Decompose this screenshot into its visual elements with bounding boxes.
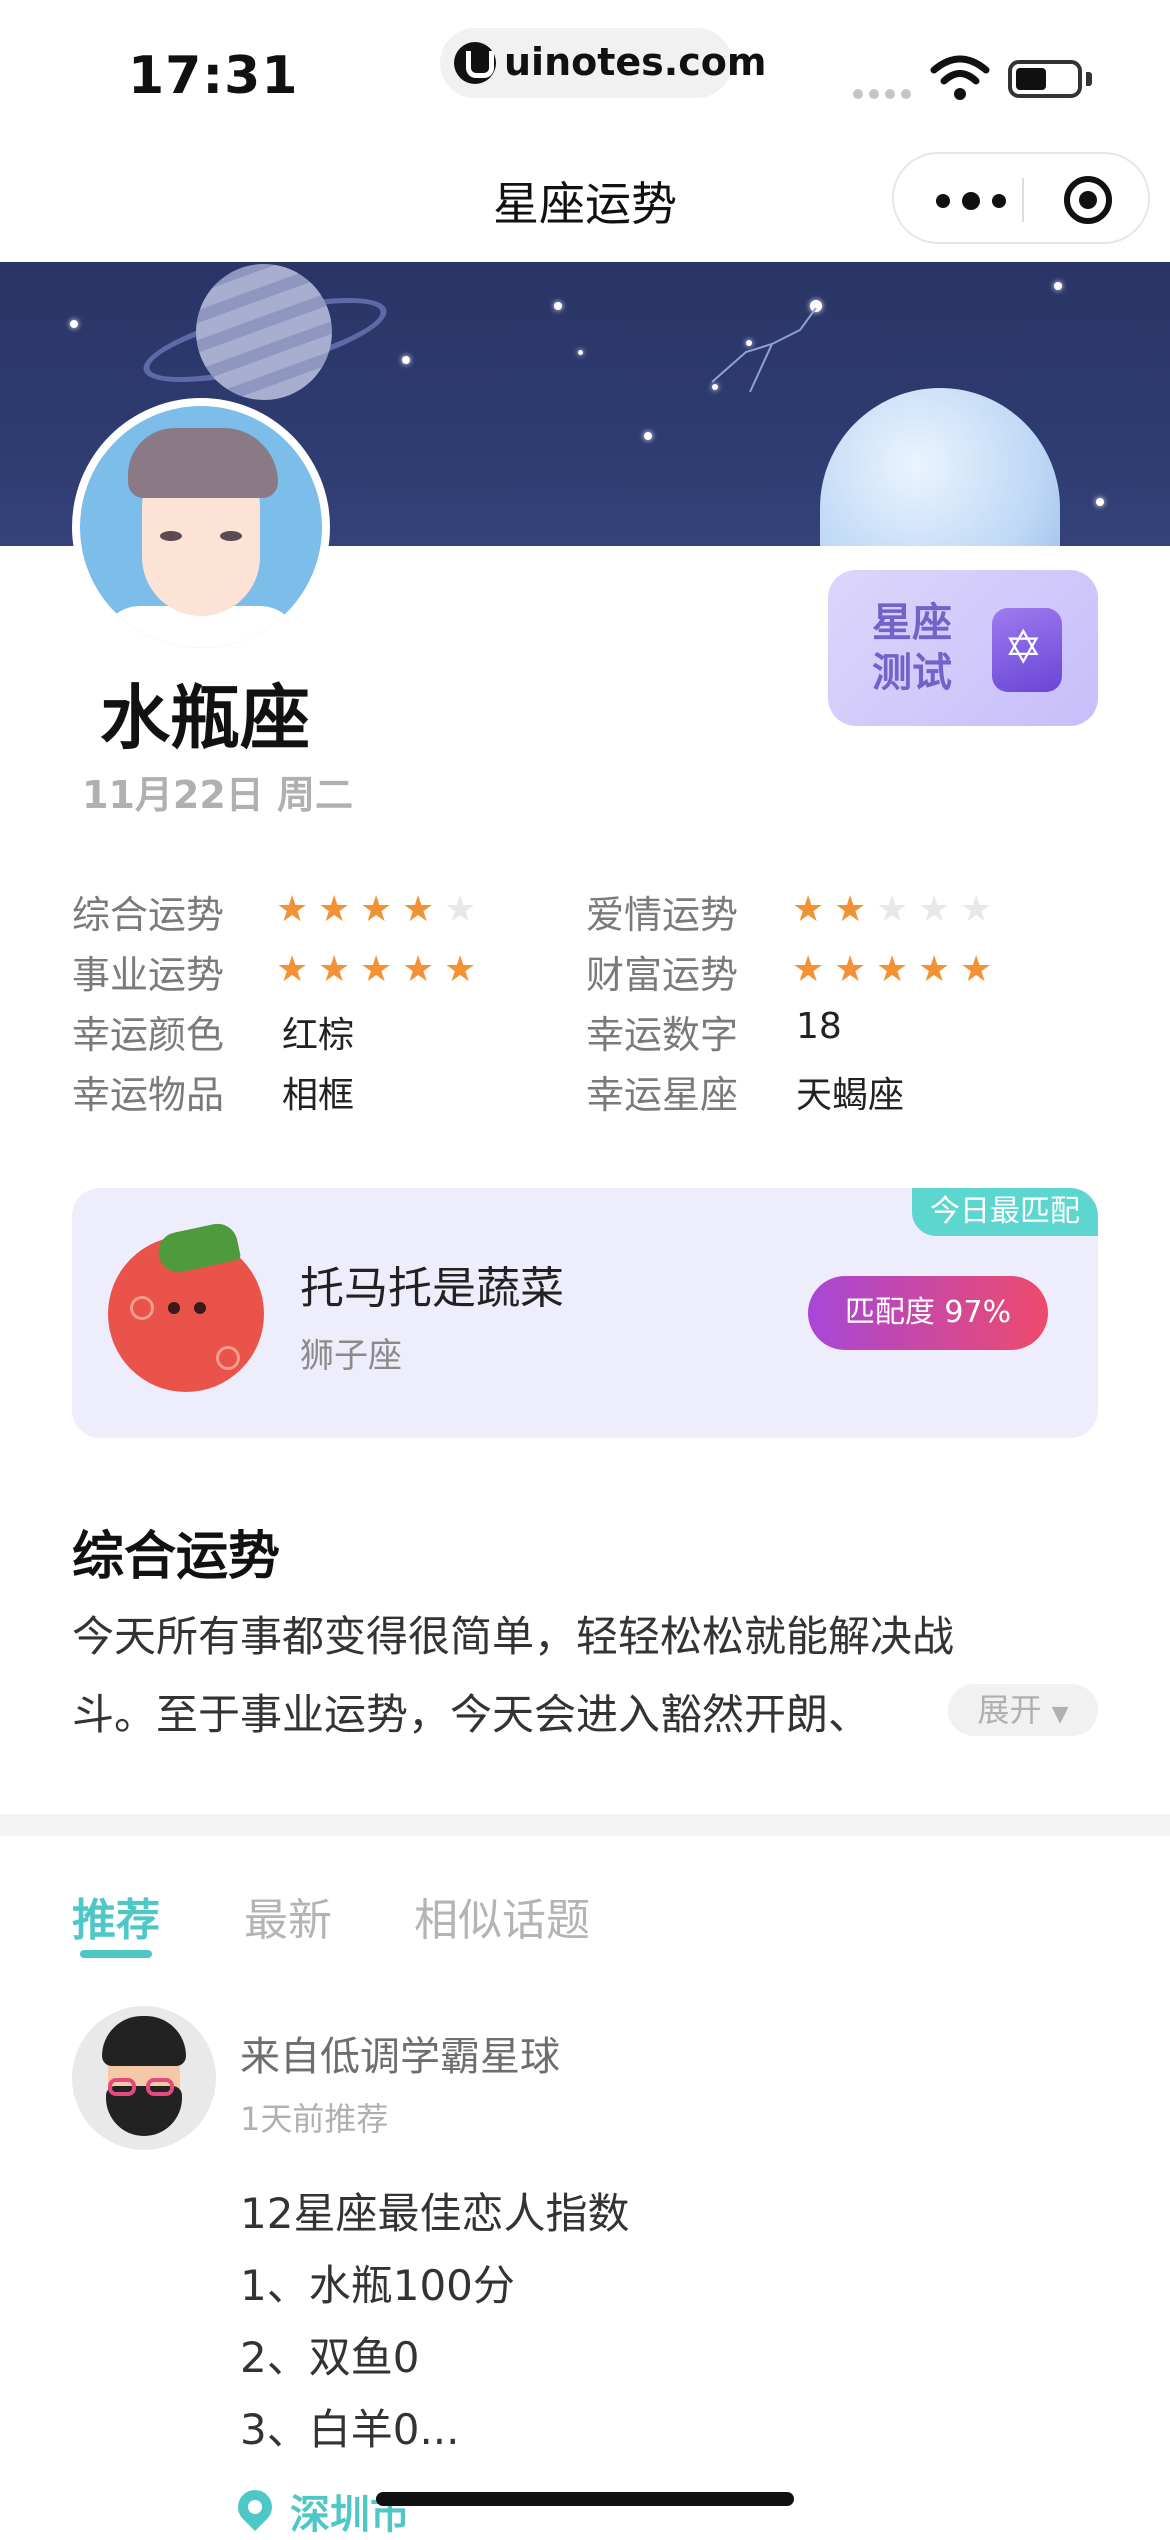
lucky-item-value: 相框 — [282, 1075, 355, 1116]
star-icon: ★ — [960, 889, 993, 930]
match-score-badge: 匹配度 97% — [808, 1276, 1048, 1350]
mini-program-capsule — [892, 152, 1150, 244]
fortune-label: 幸运星座 — [586, 1073, 739, 1117]
star-icon: ★ — [318, 949, 351, 990]
star-icon: ★ — [834, 949, 867, 990]
overall-text-line: 今天所有事都变得很简单，轻轻松松就能解决战 — [72, 1612, 955, 1661]
fortune-label: 幸运物品 — [72, 1073, 225, 1117]
clock: 17:31 — [128, 46, 299, 106]
rating-stars: ★ ★ ★ ★ ★ — [276, 950, 486, 990]
close-program-icon[interactable] — [1064, 176, 1112, 224]
post-location[interactable]: 深圳市 — [290, 2482, 410, 2540]
hexagram-icon — [992, 608, 1062, 692]
star-icon: ★ — [876, 889, 909, 930]
battery-tip — [1086, 72, 1092, 86]
overall-fortune-text: 今天所有事都变得很简单，轻轻松松就能解决战 斗。至于事业运势，今天会进入豁然开朗… — [72, 1598, 1042, 1754]
ghost-illustration — [820, 388, 1060, 546]
star-icon: ★ — [918, 949, 951, 990]
site-logo-icon — [454, 42, 496, 84]
location-pin-icon — [230, 2482, 280, 2532]
rating-stars: ★ ★ ★ ★ ★ — [792, 890, 1002, 930]
star — [578, 350, 583, 355]
expand-label: 展开 — [977, 1691, 1042, 1729]
home-indicator — [376, 2492, 794, 2506]
match-sign: 狮子座 — [300, 1336, 402, 1376]
active-tab-indicator — [80, 1950, 152, 1958]
overall-fortune-title: 综合运势 — [72, 1527, 281, 1587]
fortune-label: 财富运势 — [586, 953, 739, 997]
star-icon: ★ — [444, 949, 477, 990]
star-icon: ★ — [792, 949, 825, 990]
star-icon: ★ — [876, 949, 909, 990]
post-time: 1天前推荐 — [240, 2100, 389, 2138]
fortune-label: 幸运颜色 — [72, 1013, 225, 1057]
zodiac-quiz-button[interactable]: 星座测试 — [828, 570, 1098, 726]
post-author-avatar[interactable] — [72, 2006, 216, 2150]
section-divider — [0, 1814, 1170, 1836]
fortune-label: 幸运数字 — [586, 1013, 739, 1057]
post-text-line: 1、水瓶100分 — [240, 2261, 515, 2310]
star-icon: ★ — [918, 889, 951, 930]
wifi-icon — [930, 55, 990, 100]
lucky-color-value: 红棕 — [282, 1015, 355, 1056]
avatar — [72, 398, 330, 656]
battery-icon — [1008, 60, 1082, 98]
star — [554, 302, 562, 310]
planet-illustration — [196, 264, 332, 400]
star — [1054, 282, 1062, 290]
fortune-label: 事业运势 — [72, 953, 225, 997]
post-text-line: 2、双鱼0 — [240, 2333, 420, 2382]
star-icon: ★ — [276, 949, 309, 990]
star-icon: ★ — [402, 949, 435, 990]
url-pill[interactable]: uinotes.com — [440, 28, 766, 98]
zodiac-sign-title: 水瓶座 — [100, 677, 310, 759]
rating-stars: ★ ★ ★ ★ ★ — [276, 890, 486, 930]
url-text: uinotes.com — [504, 40, 767, 84]
date-label: 11月22日 周二 — [82, 773, 353, 817]
post-text-line: 3、白羊0... — [240, 2405, 460, 2454]
star-icon: ★ — [360, 889, 393, 930]
more-icon[interactable] — [928, 176, 1018, 224]
overall-text-line: 斗。至于事业运势，今天会进入豁然开朗、 — [72, 1690, 871, 1739]
star-icon: ★ — [276, 889, 309, 930]
post-source[interactable]: 来自低调学霸星球 — [240, 2024, 560, 2082]
star — [70, 320, 78, 328]
tab-recommend[interactable]: 推荐 — [72, 1884, 160, 1948]
best-match-tag: 今日最匹配 — [912, 1188, 1098, 1236]
expand-button[interactable]: 展开 ▼ — [948, 1684, 1098, 1736]
constellation-lines — [711, 307, 817, 393]
cellular-signal-icon — [853, 84, 917, 103]
star-icon: ★ — [960, 949, 993, 990]
star-icon: ★ — [834, 889, 867, 930]
fortune-label: 综合运势 — [72, 893, 225, 937]
star — [1096, 498, 1104, 506]
star-icon: ★ — [402, 889, 435, 930]
star-icon: ★ — [792, 889, 825, 930]
rating-stars: ★ ★ ★ ★ ★ — [792, 950, 1002, 990]
caret-down-icon: ▼ — [1051, 1702, 1069, 1727]
star-icon: ★ — [444, 889, 477, 930]
best-match-card[interactable]: 今日最匹配 托马托是蔬菜 狮子座 匹配度 97% — [72, 1188, 1098, 1438]
match-name: 托马托是蔬菜 — [300, 1263, 564, 1314]
quiz-label: 星座测试 — [872, 600, 952, 696]
star — [402, 356, 410, 364]
capsule-divider — [1022, 178, 1024, 222]
lucky-sign-value: 天蝎座 — [796, 1075, 905, 1116]
star-icon: ★ — [318, 889, 351, 930]
match-avatar — [108, 1220, 264, 1392]
star — [644, 432, 652, 440]
post-text-line: 12星座最佳恋人指数 — [240, 2189, 630, 2238]
lucky-number-value: 18 — [796, 1006, 842, 1047]
tab-latest[interactable]: 最新 — [244, 1884, 332, 1948]
tab-similar-topics[interactable]: 相似话题 — [414, 1884, 590, 1948]
star-icon: ★ — [360, 949, 393, 990]
fortune-label: 爱情运势 — [586, 893, 739, 937]
status-bar: 17:31 uinotes.com — [0, 0, 1170, 140]
